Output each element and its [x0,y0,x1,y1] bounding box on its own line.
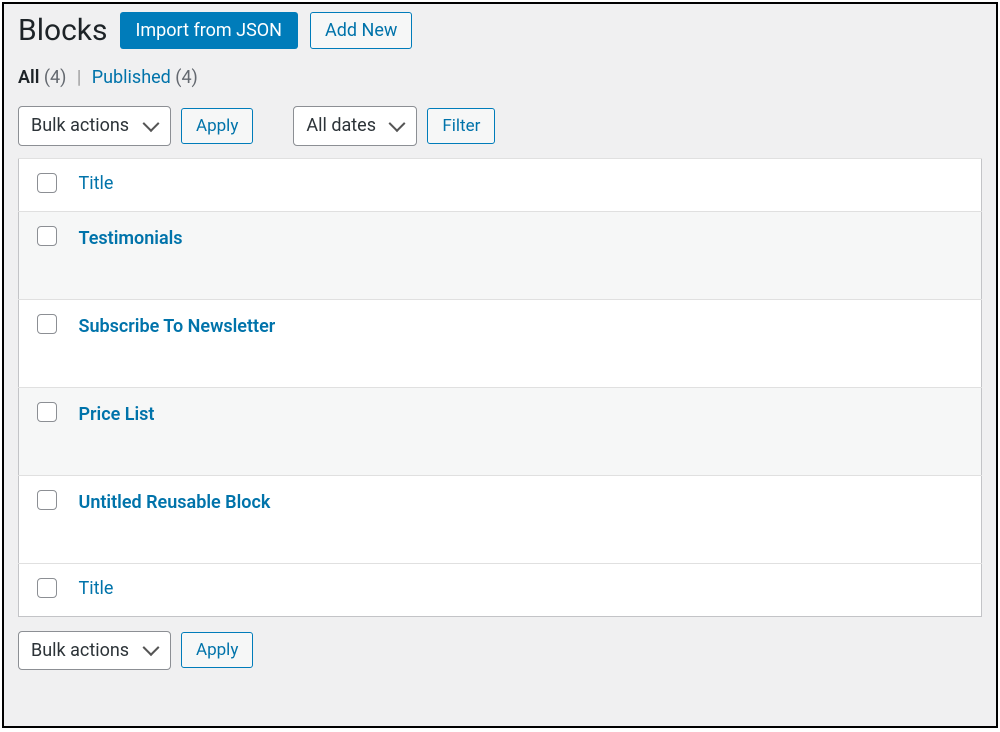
filter-button[interactable]: Filter [427,108,495,144]
date-filter-select-wrap: All dates [293,106,417,146]
page-title: Blocks [18,13,108,48]
table-header-row: Title [19,158,982,211]
row-title-link[interactable]: Subscribe To Newsletter [79,316,276,337]
table-row: Untitled Reusable Block [19,475,982,563]
bulk-actions-select-wrap-bottom: Bulk actions [18,631,171,671]
bulk-actions-select-wrap: Bulk actions [18,106,171,146]
status-filter-row: All (4) | Published (4) [18,67,982,88]
status-filter-published-count: (4) [175,67,198,88]
row-checkbox[interactable] [37,490,57,510]
status-filter-published-label: Published [92,67,171,88]
table-row: Testimonials [19,211,982,299]
row-checkbox-cell [19,299,69,387]
row-title-link[interactable]: Testimonials [79,228,183,249]
page-header: Blocks Import from JSON Add New [18,12,982,49]
row-checkbox[interactable] [37,226,57,246]
add-new-button[interactable]: Add New [310,12,412,49]
row-title-cell: Price List [69,387,982,475]
table-footer-row: Title [19,563,982,616]
row-title-cell: Untitled Reusable Block [69,475,982,563]
blocks-table: Title Testimonials Subscribe To Newslett… [18,158,982,617]
bulk-actions-select[interactable]: Bulk actions [18,106,171,146]
bottom-actions-row: Bulk actions Apply [18,631,982,671]
bulk-apply-button[interactable]: Apply [181,108,253,144]
select-all-cell-top [19,158,69,211]
status-filter-published[interactable]: Published (4) [92,67,198,88]
row-checkbox-cell [19,475,69,563]
bulk-actions-select-bottom[interactable]: Bulk actions [18,631,171,671]
row-checkbox-cell [19,211,69,299]
column-header-title[interactable]: Title [69,158,982,211]
select-all-cell-bottom [19,563,69,616]
select-all-checkbox-top[interactable] [37,173,57,193]
top-actions-row: Bulk actions Apply All dates Filter [18,106,982,146]
column-footer-title[interactable]: Title [69,563,982,616]
status-filter-all-label: All [18,67,39,88]
row-title-cell: Subscribe To Newsletter [69,299,982,387]
row-checkbox[interactable] [37,402,57,422]
status-filter-all[interactable]: All (4) [18,67,71,88]
table-row: Price List [19,387,982,475]
row-title-cell: Testimonials [69,211,982,299]
row-title-link[interactable]: Price List [79,404,155,425]
row-checkbox-cell [19,387,69,475]
select-all-checkbox-bottom[interactable] [37,578,57,598]
date-filter-select[interactable]: All dates [293,106,417,146]
import-json-button[interactable]: Import from JSON [120,12,299,49]
row-title-link[interactable]: Untitled Reusable Block [79,492,271,513]
bulk-apply-button-bottom[interactable]: Apply [181,632,253,668]
table-row: Subscribe To Newsletter [19,299,982,387]
status-filter-separator: | [77,67,81,88]
status-filter-all-count: (4) [44,67,67,88]
row-checkbox[interactable] [37,314,57,334]
